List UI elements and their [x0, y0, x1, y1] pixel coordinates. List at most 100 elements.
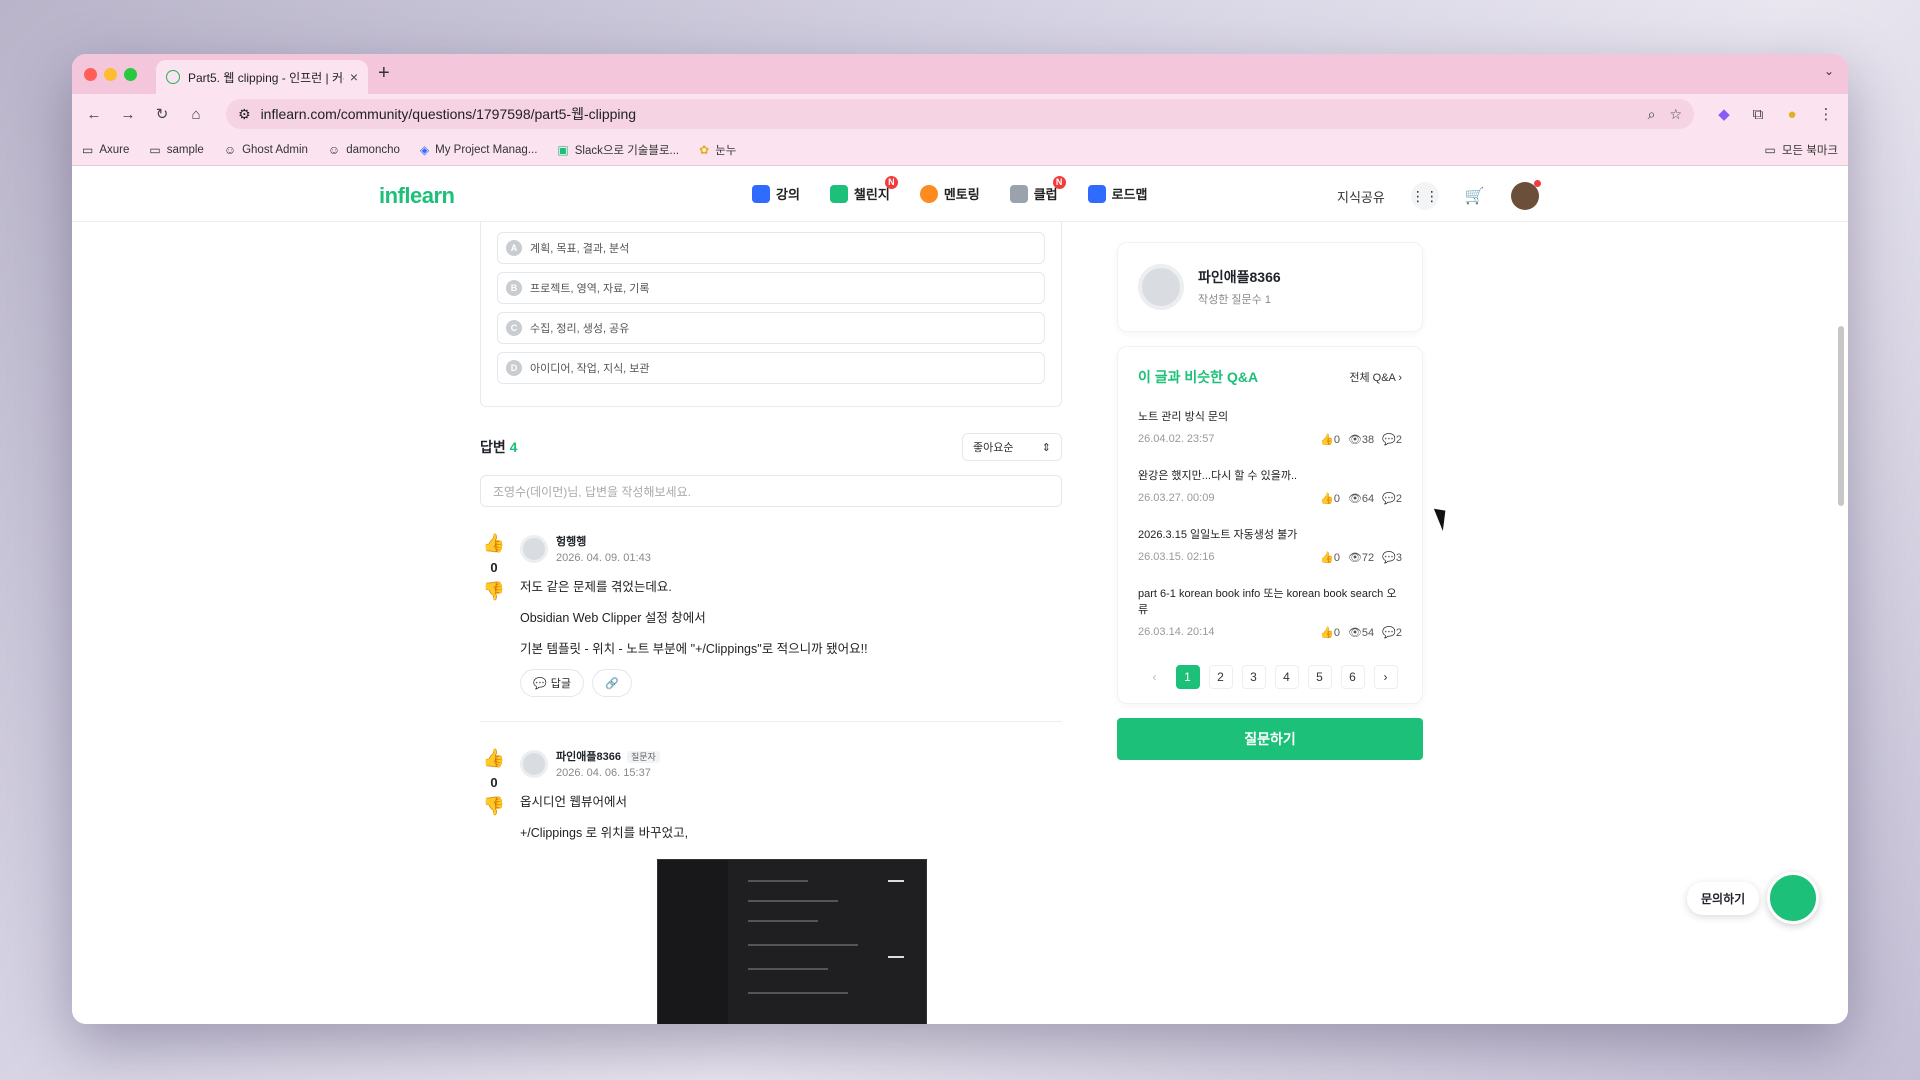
thumbs-down-icon[interactable]: 👎 [480, 581, 508, 602]
quiz-choice[interactable]: B 프로젝트, 영역, 자료, 기록 [497, 272, 1045, 304]
quiz-choice[interactable]: A 계획, 목표, 결과, 분석 [497, 232, 1045, 264]
nav-roadmap[interactable]: 로드맵 [1087, 184, 1148, 203]
folder-icon: ▭ [149, 142, 161, 157]
qa-item[interactable]: 노트 관리 방식 문의 26.04.02. 23:57 👍0 👁38 💬2 [1138, 409, 1402, 446]
cart-icon[interactable]: 🛒 [1465, 186, 1485, 206]
page-button[interactable]: 4 [1274, 665, 1299, 689]
page-button[interactable]: 1 [1175, 665, 1200, 689]
ghost-icon: ☺ [223, 142, 237, 157]
page-button[interactable]: 2 [1208, 665, 1233, 689]
quiz-choice[interactable]: D 아이디어, 작업, 지식, 보관 [497, 352, 1045, 384]
quiz-choice[interactable]: C 수집, 정리, 생성, 공유 [497, 312, 1045, 344]
thumbs-down-icon[interactable]: 👎 [480, 796, 508, 817]
user-avatar[interactable] [1510, 180, 1541, 210]
comment-icon: 💬 [533, 677, 547, 690]
page-button[interactable]: 6 [1340, 665, 1365, 689]
page-button[interactable]: 3 [1241, 665, 1266, 689]
author-name[interactable]: 헝헹헹 [556, 533, 651, 549]
question-main: A 계획, 목표, 결과, 분석 B 프로젝트, 영역, 자료, 기록 C 수집, 정… [480, 222, 1062, 1024]
folder-icon: ▭ [82, 142, 94, 157]
copy-link-button[interactable]: 🔗 [591, 669, 632, 697]
bookmark-item[interactable]: ✿ 눈누 [699, 142, 736, 158]
comment-icon: 💬2 [1382, 493, 1402, 505]
help-widget: 문의하기 [1687, 872, 1820, 924]
next-page-button[interactable]: › [1373, 665, 1398, 689]
bookmark-star-icon[interactable]: ☆ [1669, 106, 1682, 123]
new-tab-button[interactable]: + [378, 62, 390, 85]
profile-question-count: 작성한 질문수 1 [1198, 294, 1271, 306]
maximize-window-button[interactable] [124, 68, 137, 81]
scrollbar[interactable] [1838, 326, 1844, 506]
sort-chevron-icon: ⇕ [1041, 441, 1051, 454]
qa-item[interactable]: 완강은 했지만...다시 할 수 있을까.. 26.03.27. 00:09 👍0… [1138, 468, 1402, 505]
close-window-button[interactable] [84, 68, 97, 81]
sort-select[interactable]: 좋아요순 ⇕ [962, 433, 1062, 461]
address-bar[interactable]: ⚙ inflearn.com/community/questions/17975… [226, 99, 1694, 129]
tab-search-icon[interactable]: ⌄ [1824, 64, 1834, 78]
tab-close-icon[interactable]: × [350, 69, 358, 85]
thumbs-up-icon[interactable]: 👍 [480, 533, 508, 554]
inflearn-logo[interactable]: inflearn [379, 183, 455, 209]
view-icon: 👁54 [1347, 627, 1375, 639]
back-icon[interactable]: ← [84, 106, 104, 123]
answer-actions: 💬 답글 🔗 [520, 669, 1062, 697]
nav-mentoring[interactable]: 멘토링 [919, 184, 980, 203]
author-avatar[interactable] [520, 749, 548, 778]
zoom-icon[interactable]: ⌕ [1648, 106, 1656, 123]
bookmarks-bar: ▭ Axure ▭ sample ☺ Ghost Admin ☺ damoncho ◈ M… [72, 134, 1848, 166]
nav-challenge[interactable]: 챌린지 N [829, 176, 898, 203]
vote-count: 0 [490, 775, 498, 790]
link-icon: 🔗 [604, 677, 619, 690]
browser-tab[interactable]: Part5. 웹 clipping - 인프런 | 커뮤 × [156, 60, 368, 94]
nav-club[interactable]: 클럽 N [1009, 176, 1066, 203]
author-avatar[interactable] [520, 534, 548, 563]
grid-menu-icon[interactable]: ⋮⋮ [1410, 182, 1439, 210]
forward-icon[interactable]: → [118, 106, 138, 123]
bookmark-item[interactable]: ◈ My Project Manag... [420, 143, 538, 157]
bookmark-item[interactable]: ▣ Slack으로 기술블로... [557, 142, 679, 158]
settings-screenshot-image[interactable] [657, 859, 927, 1024]
all-qa-link[interactable]: 전체 Q&A › [1349, 369, 1402, 385]
author-name[interactable]: 파인애플8366 질문자 [556, 748, 660, 764]
comment-icon: 💬2 [1382, 627, 1402, 639]
home-icon[interactable]: ⌂ [186, 106, 206, 123]
answer-body: 옵시디언 웹뷰어에서 +/Clippings 로 위치를 바꾸었고, [520, 795, 689, 840]
url-text[interactable]: inflearn.com/community/questions/1797598… [261, 104, 1634, 124]
profile-icon[interactable]: ● [1782, 106, 1802, 123]
answer-author: 헝헹헹 2026. 04. 09. 01:43 [520, 533, 1062, 564]
qa-item[interactable]: 2026.3.15 일일노트 자동생성 불가 26.03.15. 02:16 👍0… [1138, 527, 1402, 564]
knowledge-share-link[interactable]: 지식공유 [1337, 187, 1385, 206]
nav-lectures[interactable]: 강의 [752, 184, 800, 203]
pagination: ‹ 1 2 3 4 5 6 › [1138, 665, 1402, 689]
reply-button[interactable]: 💬 답글 [520, 669, 584, 697]
extension-icon[interactable]: ◆ [1714, 105, 1734, 123]
vote-box: 👍 0 👎 [480, 533, 508, 602]
extensions-puzzle-icon[interactable]: ⧉ [1748, 106, 1768, 123]
view-icon: 👁72 [1347, 552, 1375, 564]
questioner-tag: 질문자 [626, 751, 660, 763]
help-chat-icon[interactable] [1767, 872, 1820, 924]
menu-icon[interactable]: ⋮ [1816, 105, 1836, 123]
all-bookmarks[interactable]: ▭ 모든 북마크 [1765, 142, 1838, 158]
bookmark-item[interactable]: ▭ sample [149, 143, 203, 157]
ask-question-button[interactable]: 질문하기 [1117, 718, 1423, 760]
site-settings-icon[interactable]: ⚙ [238, 106, 251, 123]
profile-avatar[interactable] [1138, 264, 1184, 310]
flag-icon [829, 184, 848, 203]
minimize-window-button[interactable] [104, 68, 117, 81]
reload-icon[interactable]: ↻ [152, 105, 172, 123]
qa-item[interactable]: part 6-1 korean book info 또는 korean book… [1138, 586, 1402, 639]
help-label[interactable]: 문의하기 [1687, 881, 1760, 915]
page-button[interactable]: 5 [1307, 665, 1332, 689]
profile-name[interactable]: 파인애플8366 [1198, 267, 1281, 287]
bookmark-item[interactable]: ☺ damoncho [328, 143, 400, 157]
thumbs-up-icon[interactable]: 👍 [480, 748, 508, 769]
roadmap-icon [1087, 184, 1106, 203]
bookmark-item[interactable]: ☺ Ghost Admin [224, 143, 308, 157]
answer-input[interactable]: 조영수(데이먼)님, 답변을 작성해보세요. [480, 475, 1062, 507]
sidebar: 파인애플8366 작성한 질문수 1 이 글과 비슷한 Q&A 전체 Q&A › … [1117, 222, 1423, 760]
bookmark-item[interactable]: ▭ Axure [82, 143, 129, 157]
chat-icon [919, 184, 938, 203]
prev-page-button[interactable]: ‹ [1143, 665, 1167, 689]
tab-bar: Part5. 웹 clipping - 인프런 | 커뮤 × + ⌄ [72, 54, 1848, 94]
